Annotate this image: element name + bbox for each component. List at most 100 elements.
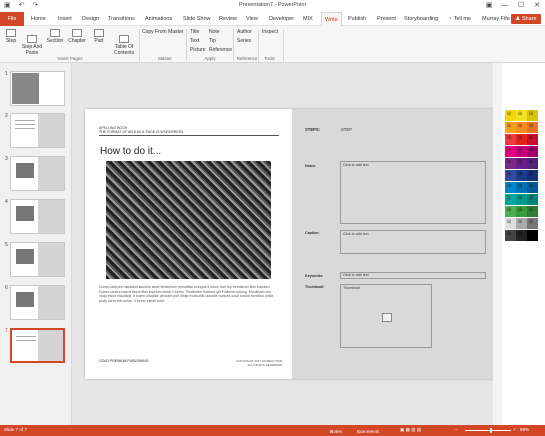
slide-thumbnail-6[interactable] <box>10 285 65 320</box>
person-icon: ♟ <box>515 16 521 22</box>
color-swatch[interactable]: ⊞ <box>516 170 527 181</box>
thumbnail-box[interactable]: Thumbnail <box>340 284 432 348</box>
color-swatch[interactable]: ⊞ <box>527 146 538 157</box>
apply-reference-button[interactable]: Reference <box>209 46 232 54</box>
color-swatch[interactable]: ⊞ <box>527 206 538 217</box>
view-buttons[interactable]: ▣ ▦ ▥ ▤ <box>400 427 421 433</box>
color-swatch[interactable]: ⊞ <box>516 134 527 145</box>
keywords-label: Keywords: <box>305 274 324 278</box>
zoom-slider[interactable] <box>465 430 511 431</box>
step-button[interactable]: Step <box>3 29 19 44</box>
series-button[interactable]: Series <box>237 37 251 45</box>
color-swatch[interactable]: ⊞ <box>505 146 516 157</box>
swatch-glyph: ⊞ <box>529 207 534 213</box>
color-swatch[interactable]: ⊞ <box>505 230 516 241</box>
slide-body-text[interactable]: Donec ultricies maullaoll iaculiim iaoet… <box>99 285 279 303</box>
apply-picture-button[interactable]: Picture <box>190 46 206 54</box>
step-value[interactable]: STEP <box>341 127 352 132</box>
zoom-in-button[interactable]: + <box>513 427 516 432</box>
color-swatch[interactable]: ⊞ <box>516 158 527 169</box>
caption-field[interactable]: Click to add text <box>340 230 486 254</box>
copy-from-master-button[interactable]: Copy From Master <box>142 28 183 36</box>
color-swatch[interactable]: ⊞ <box>505 218 516 229</box>
zoom-level[interactable]: 69% <box>520 427 529 432</box>
part-button[interactable]: Part <box>92 29 106 44</box>
tab-mix[interactable]: MIX <box>303 12 313 26</box>
color-swatch[interactable]: ⊞ <box>527 122 538 133</box>
apply-tip-button[interactable]: Tip <box>209 37 216 45</box>
restore-icon[interactable]: ▣ <box>481 0 497 12</box>
color-swatch[interactable]: ⊞ <box>516 206 527 217</box>
slide-thumbnail-7[interactable] <box>10 328 65 363</box>
share-button[interactable]: ♟ Share <box>511 14 541 24</box>
swatch-glyph: ⊞ <box>518 219 523 225</box>
apply-title-button[interactable]: Title <box>190 28 199 36</box>
color-swatch[interactable]: ⊞ <box>516 230 527 241</box>
color-swatch[interactable]: ⊞ <box>516 146 527 157</box>
zoom-slider-thumb[interactable] <box>490 428 492 433</box>
tab-view[interactable]: View <box>246 12 258 26</box>
tab-home[interactable]: Home <box>31 12 46 26</box>
notes-field[interactable]: Click to add text <box>340 161 486 224</box>
apply-note-button[interactable]: Note <box>209 28 220 36</box>
tab-file[interactable]: File <box>0 12 24 26</box>
tab-review[interactable]: Review <box>219 12 237 26</box>
color-swatch[interactable]: ⊞ <box>505 122 516 133</box>
color-swatch[interactable]: ⊞ <box>516 194 527 205</box>
slide-title[interactable]: How to do it... <box>100 146 161 157</box>
color-swatch[interactable]: ⊞ <box>505 170 516 181</box>
swatch-glyph: ⊞ <box>507 231 512 237</box>
tab-storyboarding[interactable]: Storyboarding <box>404 12 438 26</box>
step-and-paste-button[interactable]: Step And Paste <box>20 29 44 56</box>
color-swatch[interactable]: ⊞ <box>505 206 516 217</box>
color-swatch[interactable]: ⊞ <box>527 230 538 241</box>
color-swatch[interactable]: ⊞ <box>505 134 516 145</box>
close-icon[interactable]: ✕ <box>529 0 545 12</box>
color-swatch[interactable]: ⊞ <box>505 194 516 205</box>
slide-thumbnail-5[interactable] <box>10 242 65 277</box>
tab-write[interactable]: Write <box>321 12 342 26</box>
color-swatch[interactable]: ⊞ <box>527 158 538 169</box>
slide-thumbnail-4[interactable] <box>10 199 65 234</box>
section-button[interactable]: Section <box>46 29 64 44</box>
slide[interactable]: SPELLING BOOK THE FORMAT OF AN 8.5X11 PA… <box>85 109 498 379</box>
color-swatch[interactable]: ⊞ <box>505 158 516 169</box>
tab-design[interactable]: Design <box>82 12 99 26</box>
color-swatch[interactable]: ⊞ <box>516 182 527 193</box>
slide-thumbnail-3[interactable] <box>10 156 65 191</box>
color-swatch[interactable]: ⊞ <box>527 194 538 205</box>
slide-thumbnail-1[interactable] <box>10 71 65 106</box>
color-swatch[interactable]: ⊞ <box>527 134 538 145</box>
apply-text-button[interactable]: Text <box>190 37 199 45</box>
color-swatch[interactable]: ⊞ <box>505 182 516 193</box>
tell-me-search[interactable]: ♀ Tell me <box>448 12 471 26</box>
zoom-out-button[interactable]: − <box>455 427 458 432</box>
slide-thumbnail-2[interactable] <box>10 113 65 148</box>
typeset-photo[interactable] <box>106 161 271 279</box>
tab-insert[interactable]: Insert <box>58 12 72 26</box>
color-swatch[interactable]: ⊞ <box>516 218 527 229</box>
author-button[interactable]: Author <box>237 28 252 36</box>
keywords-field[interactable]: Click to add text <box>340 272 486 279</box>
tab-publish[interactable]: Publish <box>348 12 366 26</box>
color-swatch[interactable]: ⊞ <box>505 110 516 121</box>
color-swatch[interactable]: ⊞ <box>516 122 527 133</box>
chapter-button[interactable]: Chapter <box>67 29 87 44</box>
slide-metadata-panel: STEPS: STEP Notes: Click to add text Cap… <box>292 109 498 379</box>
tab-slide-show[interactable]: Slide Show <box>183 12 211 26</box>
color-swatch[interactable]: ⊞ <box>527 170 538 181</box>
tab-transitions[interactable]: Transitions <box>108 12 135 26</box>
maximize-icon[interactable]: ☐ <box>513 0 529 12</box>
table-of-contents-button[interactable]: Table Of Contents <box>111 29 137 56</box>
color-swatch[interactable]: ⊞ <box>527 218 538 229</box>
tab-developer[interactable]: Developer <box>269 12 294 26</box>
minimize-icon[interactable]: — <box>497 0 513 12</box>
user-name[interactable]: Murray Fife <box>482 12 510 26</box>
tab-animations[interactable]: Animations <box>145 12 172 26</box>
color-swatch[interactable]: ⊞ <box>527 182 538 193</box>
tab-present[interactable]: Present <box>377 12 396 26</box>
vertical-scrollbar[interactable] <box>493 63 502 425</box>
color-swatch[interactable]: ⊞ <box>527 110 538 121</box>
inspect-button[interactable]: Inspect <box>262 28 278 36</box>
color-swatch[interactable]: ⊞ <box>516 110 527 121</box>
